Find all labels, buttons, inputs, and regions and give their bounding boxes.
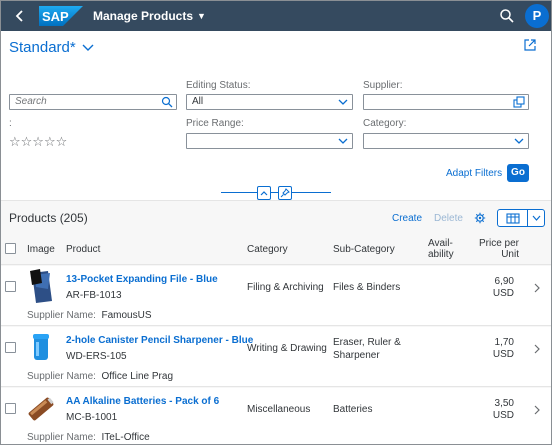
variant-selector[interactable]: Standard* bbox=[9, 39, 94, 56]
editing-status-select[interactable]: All bbox=[186, 94, 353, 110]
create-button[interactable]: Create bbox=[392, 213, 422, 224]
column-category[interactable]: Category bbox=[247, 244, 288, 255]
chevron-down-icon bbox=[82, 44, 94, 51]
supplier-label: Supplier: bbox=[363, 80, 403, 91]
chevron-left-icon bbox=[15, 10, 23, 22]
supplier-name: FamousUS bbox=[101, 310, 152, 321]
pin-icon bbox=[280, 188, 290, 198]
column-availability-line2: ability bbox=[428, 249, 454, 260]
sap-logo-text: SAP bbox=[42, 9, 69, 24]
product-name-link[interactable]: AA Alkaline Batteries - Pack of 6 bbox=[66, 396, 219, 407]
chevron-right-icon[interactable] bbox=[533, 283, 541, 293]
category-cell: Filing & Archiving bbox=[247, 282, 324, 293]
subcategory-cell-line1: Eraser, Ruler & bbox=[333, 337, 401, 348]
share-icon[interactable] bbox=[523, 38, 537, 52]
column-product[interactable]: Product bbox=[66, 244, 100, 255]
adapt-filters-button[interactable]: Adapt Filters bbox=[446, 168, 502, 179]
category-cell: Writing & Drawing bbox=[247, 343, 327, 354]
supplier-line: Supplier Name: Office Line Prag bbox=[27, 371, 173, 382]
column-availability-line1[interactable]: Avail- bbox=[428, 238, 453, 249]
collapse-header-button[interactable] bbox=[257, 186, 271, 200]
supplier-line: Supplier Name: FamousUS bbox=[27, 310, 152, 321]
product-image bbox=[30, 269, 52, 303]
rating-label: : bbox=[9, 118, 12, 129]
shell-bar: SAP Manage Products ▼ P bbox=[1, 1, 551, 31]
chevron-down-icon bbox=[338, 99, 348, 105]
chevron-up-icon bbox=[260, 191, 268, 196]
caret-down-icon: ▼ bbox=[197, 11, 206, 21]
search-input[interactable]: Search bbox=[9, 94, 177, 110]
product-image bbox=[33, 334, 49, 360]
table-header-row: Image Product Category Sub-Category Avai… bbox=[1, 232, 551, 265]
supplier-input[interactable] bbox=[363, 94, 529, 110]
category-cell: Miscellaneous bbox=[247, 404, 311, 415]
back-button[interactable] bbox=[12, 8, 28, 24]
price-range-select[interactable] bbox=[186, 133, 353, 149]
gear-icon[interactable] bbox=[474, 212, 486, 224]
product-id: MC-B-1001 bbox=[66, 412, 118, 423]
sap-logo[interactable]: SAP bbox=[39, 6, 83, 26]
column-price-line1[interactable]: Price per bbox=[469, 238, 519, 249]
price-value: 6,90 bbox=[494, 276, 514, 287]
price-value: 3,50 bbox=[494, 398, 514, 409]
app-title: Manage Products bbox=[93, 9, 194, 23]
table-row[interactable]: 2-hole Canister Pencil Sharpener - Blue … bbox=[1, 327, 551, 387]
price-value: 1,70 bbox=[494, 337, 514, 348]
row-checkbox[interactable] bbox=[5, 281, 16, 292]
go-button[interactable]: Go bbox=[507, 164, 529, 182]
header-divider bbox=[221, 192, 331, 193]
supplier-prefix: Supplier Name: bbox=[27, 310, 96, 321]
column-image[interactable]: Image bbox=[27, 244, 55, 255]
export-button[interactable] bbox=[497, 209, 545, 227]
search-icon[interactable] bbox=[499, 8, 515, 24]
chevron-down-icon bbox=[338, 138, 348, 144]
table-row[interactable]: AA Alkaline Batteries - Pack of 6 MC-B-1… bbox=[1, 388, 551, 444]
export-separator bbox=[527, 210, 528, 226]
rating-stars[interactable]: ☆☆☆☆☆ bbox=[9, 134, 67, 150]
editing-status-label: Editing Status: bbox=[186, 80, 251, 91]
supplier-prefix: Supplier Name: bbox=[27, 432, 96, 443]
column-price-line2: Unit bbox=[501, 249, 519, 260]
price-currency: USD bbox=[492, 410, 514, 421]
subcategory-cell: Files & Binders bbox=[333, 282, 401, 293]
product-name-link[interactable]: 13-Pocket Expanding File - Blue bbox=[66, 274, 218, 285]
table-row[interactable]: 13-Pocket Expanding File - Blue AR-FB-10… bbox=[1, 266, 551, 326]
column-subcategory[interactable]: Sub-Category bbox=[333, 244, 395, 255]
supplier-prefix: Supplier Name: bbox=[27, 371, 96, 382]
chevron-right-icon[interactable] bbox=[533, 405, 541, 415]
editing-status-value: All bbox=[192, 96, 204, 107]
price-range-label: Price Range: bbox=[186, 118, 244, 129]
price-currency: USD bbox=[492, 349, 514, 360]
subcategory-cell-line2: Sharpener bbox=[333, 350, 380, 361]
app-title-menu[interactable]: Manage Products ▼ bbox=[93, 9, 206, 23]
row-checkbox[interactable] bbox=[5, 403, 16, 414]
variant-name: Standard* bbox=[9, 39, 76, 56]
table-title: Products (205) bbox=[9, 211, 88, 225]
category-label: Category: bbox=[363, 118, 407, 129]
select-all-checkbox[interactable] bbox=[5, 243, 16, 254]
category-select[interactable] bbox=[363, 133, 529, 149]
subcategory-cell: Batteries bbox=[333, 404, 373, 415]
delete-button[interactable]: Delete bbox=[434, 213, 463, 224]
search-icon[interactable] bbox=[161, 96, 173, 108]
chevron-down-icon bbox=[514, 138, 524, 144]
product-name-link[interactable]: 2-hole Canister Pencil Sharpener - Blue bbox=[66, 335, 253, 346]
product-image bbox=[28, 397, 54, 421]
supplier-name: ITeL-Office bbox=[101, 432, 150, 443]
export-icon bbox=[506, 213, 520, 224]
chevron-down-icon[interactable] bbox=[532, 215, 541, 222]
value-help-icon[interactable] bbox=[513, 96, 525, 108]
supplier-name: Office Line Prag bbox=[101, 371, 174, 382]
pin-header-button[interactable] bbox=[278, 186, 292, 200]
app-window: SAP Manage Products ▼ P Standard* Editing… bbox=[0, 0, 552, 445]
user-avatar[interactable]: P bbox=[525, 4, 549, 28]
row-checkbox[interactable] bbox=[5, 342, 16, 353]
products-table: Products (205) Create Delete Image Produ… bbox=[1, 200, 551, 444]
search-placeholder: Search bbox=[15, 96, 47, 107]
supplier-line: Supplier Name: ITeL-Office bbox=[27, 432, 150, 443]
product-id: WD-ERS-105 bbox=[66, 351, 127, 362]
product-id: AR-FB-1013 bbox=[66, 290, 122, 301]
price-currency: USD bbox=[492, 288, 514, 299]
chevron-right-icon[interactable] bbox=[533, 344, 541, 354]
